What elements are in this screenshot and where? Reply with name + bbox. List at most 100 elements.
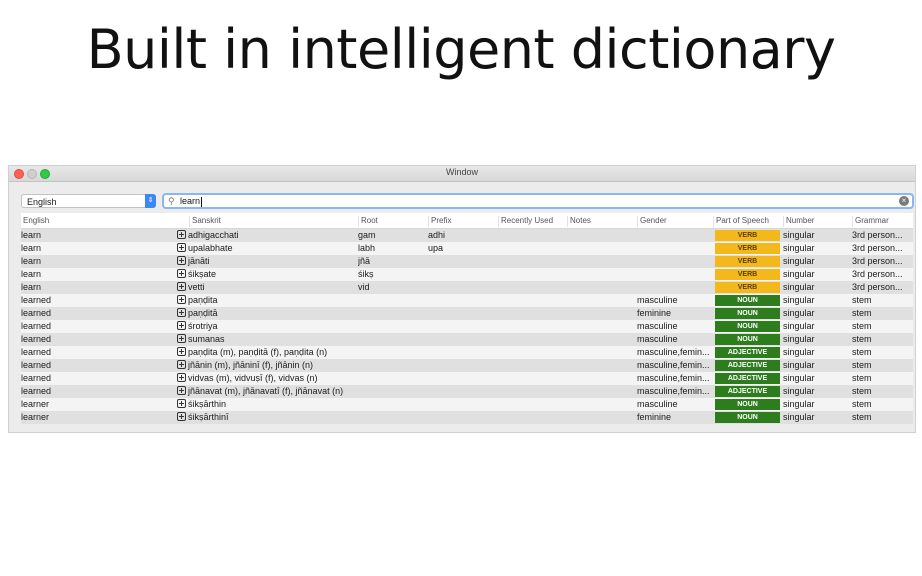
part-of-speech-badge: ADJECTIVE xyxy=(715,347,780,358)
expand-plus-icon[interactable] xyxy=(177,269,186,279)
sanskrit-cell: jñānin (m), jñāninī (f), jñānin (n) xyxy=(177,359,355,372)
column-header-number[interactable]: Number xyxy=(783,216,814,227)
gender-cell: feminine xyxy=(637,308,672,318)
table-row[interactable]: learned jñānavat (m), jñānavatī (f), jñān… xyxy=(21,385,913,398)
column-header-recently-used[interactable]: Recently Used xyxy=(498,216,553,227)
grammar-cell: 3rd person... xyxy=(852,230,903,240)
table-row[interactable]: learned vidvas (m), vidvuṣī (f), vidvas (… xyxy=(21,372,913,385)
grammar-cell: 3rd person... xyxy=(852,256,903,266)
english-cell: learned xyxy=(21,360,52,370)
sanskrit-cell: upalabhate xyxy=(177,242,355,255)
column-header-part-of-speech[interactable]: Part of Speech xyxy=(713,216,769,227)
gender-cell: masculine,femin... xyxy=(637,386,710,396)
gender-cell: masculine xyxy=(637,295,678,305)
part-of-speech-badge: NOUN xyxy=(715,295,780,306)
sanskrit-text: śikṣārthinī xyxy=(188,412,229,422)
table-row[interactable]: learned śrotriya masculine singular stem NOUN xyxy=(21,320,913,333)
column-header-english[interactable]: English xyxy=(21,216,49,227)
expand-plus-icon[interactable] xyxy=(177,295,186,305)
english-cell: learned xyxy=(21,334,52,344)
sanskrit-text: jānāti xyxy=(188,256,210,266)
part-of-speech-badge: VERB xyxy=(715,243,780,254)
language-select[interactable]: English ⇕ xyxy=(21,194,156,208)
grammar-cell: stem xyxy=(852,321,872,331)
gender-cell: masculine,femin... xyxy=(637,347,710,357)
grammar-cell: stem xyxy=(852,295,872,305)
prefix-cell: adhi xyxy=(428,230,446,240)
title-bar[interactable]: Window xyxy=(9,166,915,182)
column-header-sanskrit[interactable]: Sanskrit xyxy=(189,216,221,227)
english-cell: learn xyxy=(21,256,42,266)
search-field[interactable]: ⚲ learn × xyxy=(162,193,914,209)
table-row[interactable]: learn śikṣate śikṣ singular 3rd person... VER… xyxy=(21,268,913,281)
grammar-cell: 3rd person... xyxy=(852,282,903,292)
table-row[interactable]: learn adhigacchati gam adhi singular 3rd pers… xyxy=(21,229,913,242)
toolbar: English ⇕ ⚲ learn × xyxy=(9,182,915,212)
number-cell: singular xyxy=(783,373,815,383)
table-body: learn adhigacchati gam adhi singular 3rd pers… xyxy=(21,229,913,424)
sanskrit-cell: jñānavat (m), jñānavatī (f), jñānavat (n… xyxy=(177,385,355,398)
table-row[interactable]: learn jānāti jñā singular 3rd person... VERB xyxy=(21,255,913,268)
dictionary-window: Window English ⇕ ⚲ learn × English Sansk… xyxy=(8,165,916,433)
grammar-cell: stem xyxy=(852,360,872,370)
expand-plus-icon[interactable] xyxy=(177,360,186,370)
table-row[interactable]: learned jñānin (m), jñāninī (f), jñānin (… xyxy=(21,359,913,372)
expand-plus-icon[interactable] xyxy=(177,334,186,344)
english-cell: learned xyxy=(21,347,52,357)
table-row[interactable]: learn vetti vid singular 3rd person... VERB xyxy=(21,281,913,294)
expand-plus-icon[interactable] xyxy=(177,230,186,240)
table-row[interactable]: learner śikṣārthinī feminine singular stem NO… xyxy=(21,411,913,424)
column-header-grammar[interactable]: Grammar xyxy=(852,216,889,227)
grammar-cell: stem xyxy=(852,399,872,409)
grammar-cell: stem xyxy=(852,347,872,357)
english-cell: learned xyxy=(21,308,52,318)
expand-plus-icon[interactable] xyxy=(177,256,186,266)
clear-search-icon[interactable]: × xyxy=(899,196,909,206)
table-row[interactable]: learned paṇḍitā feminine singular stem NOUN xyxy=(21,307,913,320)
column-header-gender[interactable]: Gender xyxy=(637,216,667,227)
table-row[interactable]: learner śikṣārthin masculine singular stem NO… xyxy=(21,398,913,411)
expand-plus-icon[interactable] xyxy=(177,347,186,357)
column-header-root[interactable]: Root xyxy=(358,216,378,227)
sanskrit-cell: vidvas (m), vidvuṣī (f), vidvas (n) xyxy=(177,372,355,385)
root-cell: vid xyxy=(358,282,370,292)
table-row[interactable]: learned paṇḍita (m), paṇḍitā (f), paṇḍita… xyxy=(21,346,913,359)
sanskrit-cell: śikṣārthin xyxy=(177,398,355,411)
grammar-cell: 3rd person... xyxy=(852,243,903,253)
expand-plus-icon[interactable] xyxy=(177,308,186,318)
table-row[interactable]: learned sumanas masculine singular stem NOUN xyxy=(21,333,913,346)
table-row[interactable]: learn upalabhate labh upa singular 3rd person… xyxy=(21,242,913,255)
expand-plus-icon[interactable] xyxy=(177,243,186,253)
sanskrit-cell: sumanas xyxy=(177,333,355,346)
part-of-speech-badge: VERB xyxy=(715,230,780,241)
sanskrit-text: paṇḍita xyxy=(188,295,218,305)
column-header-notes[interactable]: Notes xyxy=(567,216,591,227)
sanskrit-cell: śikṣate xyxy=(177,268,355,281)
part-of-speech-badge: VERB xyxy=(715,269,780,280)
part-of-speech-badge: VERB xyxy=(715,282,780,293)
table-row[interactable]: learned paṇḍita masculine singular stem NOUN xyxy=(21,294,913,307)
expand-plus-icon[interactable] xyxy=(177,321,186,331)
expand-plus-icon[interactable] xyxy=(177,399,186,409)
english-cell: learn xyxy=(21,269,42,279)
text-caret xyxy=(201,196,203,207)
part-of-speech-badge: VERB xyxy=(715,256,780,267)
expand-plus-icon[interactable] xyxy=(177,373,186,383)
sanskrit-cell: paṇḍita (m), paṇḍitā (f), paṇḍita (n) xyxy=(177,346,355,359)
expand-plus-icon[interactable] xyxy=(177,282,186,292)
number-cell: singular xyxy=(783,295,815,305)
column-header-prefix[interactable]: Prefix xyxy=(428,216,451,227)
part-of-speech-badge: NOUN xyxy=(715,399,780,410)
expand-plus-icon[interactable] xyxy=(177,386,186,396)
sanskrit-text: jñānavat (m), jñānavatī (f), jñānavat (n… xyxy=(188,386,344,396)
english-cell: learn xyxy=(21,243,42,253)
part-of-speech-badge: NOUN xyxy=(715,334,780,345)
sanskrit-text: vidvas (m), vidvuṣī (f), vidvas (n) xyxy=(188,373,318,383)
expand-plus-icon[interactable] xyxy=(177,412,186,422)
grammar-cell: stem xyxy=(852,334,872,344)
search-input[interactable]: learn xyxy=(180,196,200,206)
part-of-speech-badge: NOUN xyxy=(715,412,780,423)
english-cell: learned xyxy=(21,373,52,383)
sanskrit-text: śikṣate xyxy=(188,269,217,279)
gender-cell: feminine xyxy=(637,412,672,422)
